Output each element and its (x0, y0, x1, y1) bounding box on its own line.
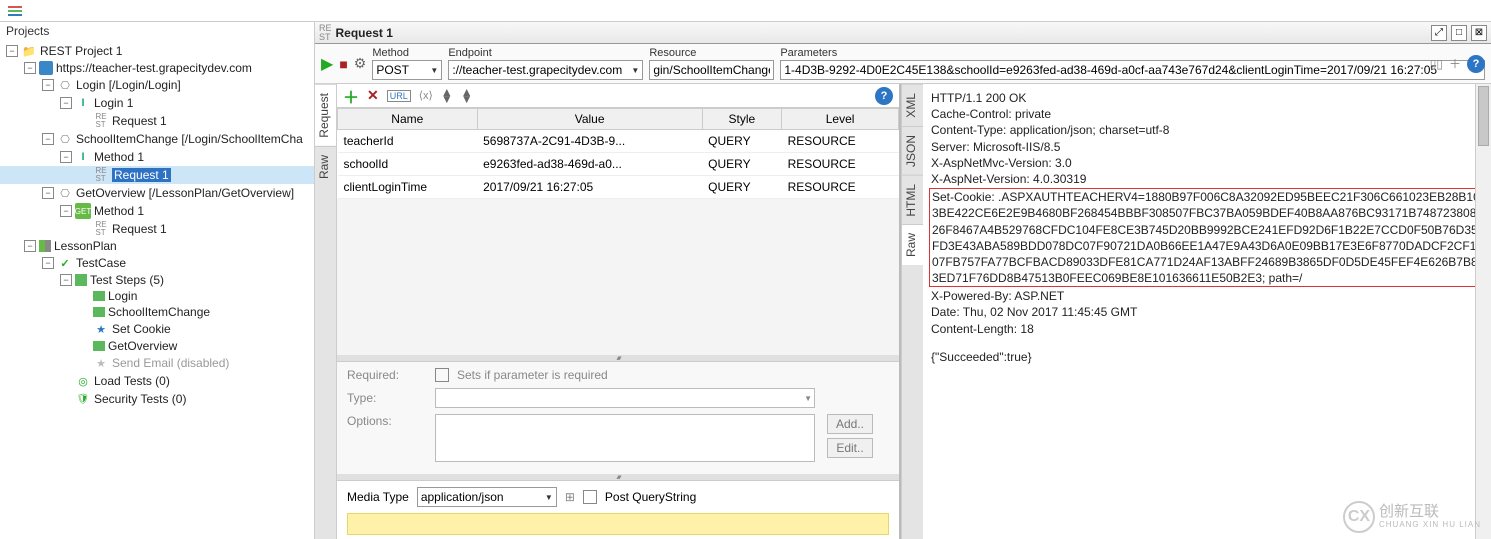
resp-line: Content-Length: 18 (931, 321, 1483, 337)
options-label: Options: (347, 414, 427, 428)
options-list[interactable] (435, 414, 815, 462)
required-label: Required: (347, 368, 427, 382)
resp-set-cookie: Set-Cookie: .ASPXAUTHTEACHERV4=1880B97F0… (929, 188, 1485, 287)
tree-loadtests[interactable]: Load Tests (0) (0, 372, 314, 390)
projects-title: Projects (0, 22, 314, 40)
tree-testcase[interactable]: −TestCase (0, 254, 314, 272)
method-label: Method (372, 47, 442, 59)
request-body-area[interactable] (347, 513, 889, 535)
resp-line: Content-Type: application/json; charset=… (931, 122, 1483, 138)
param-empty-area (337, 199, 899, 355)
response-scrollbar[interactable] (1475, 84, 1491, 539)
reorder-button[interactable]: ▲▼ (441, 89, 453, 103)
remove-param-button[interactable]: ✕ (367, 87, 379, 104)
tree-sectests[interactable]: Security Tests (0) (0, 390, 314, 408)
xml-button[interactable]: ⟨x⟩ (419, 89, 433, 102)
add-option-button[interactable]: Add.. (827, 414, 873, 434)
post-qs-checkbox[interactable] (583, 490, 597, 504)
reorder-button-2[interactable]: ▲▼ (461, 89, 473, 103)
resp-raw-tab[interactable]: Raw (902, 224, 923, 265)
tree-login1[interactable]: −Login 1 (0, 94, 314, 112)
tree-overview-method1[interactable]: −Method 1 (0, 202, 314, 220)
required-checkbox[interactable] (435, 368, 449, 382)
method-select[interactable]: POST▼ (372, 60, 442, 80)
request-side-tab[interactable]: Request (315, 84, 336, 146)
tree-root[interactable]: −REST Project 1 (0, 42, 314, 60)
tree-overview-resource[interactable]: −GetOverview [/LessonPlan/GetOverview] (0, 184, 314, 202)
col-value[interactable]: Value (477, 109, 702, 130)
table-row[interactable]: schoolIde9263fed-ad38-469d-a0...QUERYRES… (338, 153, 899, 176)
parameters-label: Parameters (780, 47, 1485, 59)
tree-step-cookie[interactable]: Set Cookie (0, 320, 314, 338)
resp-line: Cache-Control: private (931, 106, 1483, 122)
rest-icon: RE ST (319, 24, 332, 42)
projects-panel: Projects −REST Project 1 −https://teache… (0, 22, 315, 539)
window-close-icon[interactable]: ⊠ (1471, 25, 1487, 41)
help-button[interactable]: ? (1467, 55, 1485, 73)
resp-line: Date: Thu, 02 Nov 2017 11:45:45 GMT (931, 304, 1483, 320)
table-row[interactable]: clientLoginTime2017/09/21 16:27:05QUERYR… (338, 176, 899, 199)
add-param-button[interactable]: ＋ (343, 84, 359, 108)
resp-html-tab[interactable]: HTML (902, 175, 923, 225)
stop-button[interactable]: ■ (339, 56, 347, 72)
required-hint: Sets if parameter is required (457, 368, 608, 382)
media-type-label: Media Type (347, 490, 409, 504)
tree-step-overview[interactable]: GetOverview (0, 338, 314, 354)
tree-lessonplan[interactable]: −LessonPlan (0, 238, 314, 254)
table-row[interactable]: teacherId5698737A-2C91-4D3B-9...QUERYRES… (338, 130, 899, 153)
col-name[interactable]: Name (338, 109, 478, 130)
parameters-table: Name Value Style Level teacherId5698737A… (337, 108, 899, 199)
tree-login-request1[interactable]: Request 1 (0, 112, 314, 130)
resp-xml-tab[interactable]: XML (902, 84, 923, 126)
run-button[interactable]: ▶ (321, 54, 333, 74)
project-tree: −REST Project 1 −https://teacher-test.gr… (0, 40, 314, 539)
window-restore-icon[interactable]: ⤢ (1431, 25, 1447, 41)
resource-label: Resource (649, 47, 774, 59)
request-tab-header: RE ST Request 1 ⤢ □ ⊠ (315, 22, 1491, 44)
resp-line: X-AspNet-Version: 4.0.30319 (931, 171, 1483, 187)
type-select[interactable]: ▼ (435, 388, 815, 408)
settings-button[interactable]: ⚙ (354, 55, 367, 72)
url-button[interactable]: URL (387, 90, 411, 102)
resp-body: {"Succeeded":true} (931, 349, 1483, 365)
response-content[interactable]: HTTP/1.1 200 OK Cache-Control: private C… (923, 84, 1491, 539)
tree-step-email[interactable]: Send Email (disabled) (0, 354, 314, 372)
menu-icon[interactable] (6, 4, 24, 18)
resp-json-tab[interactable]: JSON (902, 126, 923, 175)
type-label: Type: (347, 391, 427, 405)
tree-school-resource[interactable]: −SchoolItemChange [/Login/SchoolItemCha (0, 130, 314, 148)
edit-option-button[interactable]: Edit.. (827, 438, 873, 458)
tree-school-method1[interactable]: −Method 1 (0, 148, 314, 166)
col-level[interactable]: Level (782, 109, 899, 130)
resp-line: Server: Microsoft-IIS/8.5 (931, 139, 1483, 155)
add-icon[interactable]: ＋ (1449, 55, 1461, 72)
window-max-icon[interactable]: □ (1451, 25, 1467, 41)
tree-login-resource[interactable]: −Login [/Login/Login] (0, 76, 314, 94)
resource-input[interactable] (649, 60, 774, 80)
media-type-select[interactable]: application/json▼ (417, 487, 557, 507)
media-tool-icon[interactable]: ⊞ (565, 490, 575, 504)
parameters-input[interactable] (780, 60, 1485, 80)
tree-teststeps[interactable]: −Test Steps (5) (0, 272, 314, 288)
col-style[interactable]: Style (702, 109, 782, 130)
resp-line: X-Powered-By: ASP.NET (931, 288, 1483, 304)
endpoint-select[interactable]: ://teacher-test.grapecitydev.com▼ (448, 60, 643, 80)
tree-step-login[interactable]: Login (0, 288, 314, 304)
tree-school-request1[interactable]: Request 1 (0, 166, 314, 184)
tree-step-school[interactable]: SchoolItemChange (0, 304, 314, 320)
tree-overview-request1[interactable]: Request 1 (0, 220, 314, 238)
tree-endpoint[interactable]: −https://teacher-test.grapecitydev.com (0, 60, 314, 76)
resp-line: X-AspNetMvc-Version: 3.0 (931, 155, 1483, 171)
endpoint-label: Endpoint (448, 47, 643, 59)
split-icon[interactable]: ▯▯ (1430, 57, 1443, 71)
param-help-button[interactable]: ? (875, 87, 893, 105)
raw-side-tab[interactable]: Raw (315, 146, 336, 187)
post-qs-label: Post QueryString (605, 490, 696, 504)
request-toolbar: ▶ ■ ⚙ Method POST▼ Endpoint ://teacher-t… (315, 44, 1491, 84)
resp-line: HTTP/1.1 200 OK (931, 90, 1483, 106)
tab-title: Request 1 (336, 26, 393, 40)
